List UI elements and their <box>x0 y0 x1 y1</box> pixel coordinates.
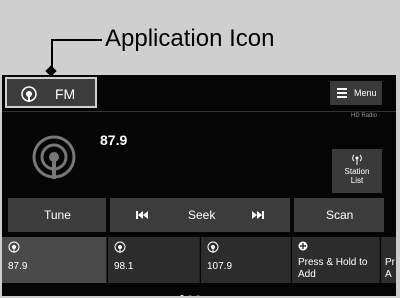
page-dot <box>196 295 200 296</box>
preset-add[interactable]: Press & Hold to Add <box>292 237 380 283</box>
callout-line <box>52 39 102 41</box>
preset-radio-icon <box>207 241 219 253</box>
station-list-button[interactable]: Station List <box>332 149 382 193</box>
radio-signal-icon <box>21 86 37 102</box>
preset-2-label: 98.1 <box>114 261 134 272</box>
menu-button[interactable]: Menu <box>330 81 382 105</box>
menu-label: Menu <box>354 88 377 98</box>
preset-radio-icon <box>8 241 20 253</box>
broadcast-icon <box>352 154 362 165</box>
preset-partial-label: Pr A <box>385 257 395 280</box>
control-row: Tune Seek Scan <box>8 198 384 232</box>
preset-3[interactable]: 107.9 <box>201 237 291 283</box>
fm-application-button[interactable]: FM <box>5 77 97 108</box>
seek-button[interactable]: Seek <box>110 198 290 232</box>
page-indicator <box>180 286 204 296</box>
seek-forward-icon <box>252 211 264 219</box>
hamburger-icon <box>337 88 347 98</box>
preset-radio-icon <box>114 241 126 253</box>
fm-label: FM <box>55 86 76 102</box>
hd-radio-logo: HD Radio <box>351 113 378 119</box>
top-bar: FM Menu <box>2 75 396 112</box>
seek-back-icon <box>136 211 148 219</box>
preset-add-label: Press & Hold to Add <box>298 257 368 280</box>
station-list-label-2: List <box>350 176 364 185</box>
preset-1[interactable]: 87.9 <box>2 237 107 283</box>
seek-label: Seek <box>188 208 216 222</box>
scan-button[interactable]: Scan <box>294 198 384 232</box>
scan-label: Scan <box>326 208 354 222</box>
tune-button[interactable]: Tune <box>8 198 106 232</box>
page-dot-active <box>180 295 184 296</box>
preset-2[interactable]: 98.1 <box>108 237 200 283</box>
callout-label: Application Icon <box>105 25 275 52</box>
station-list-label-1: Station <box>344 167 370 176</box>
preset-1-label: 87.9 <box>8 261 28 272</box>
tune-label: Tune <box>44 208 71 222</box>
page-dot <box>188 295 192 296</box>
station-signal-icon <box>32 135 76 179</box>
add-circle-icon <box>298 241 308 251</box>
radio-screen: FM Menu HD Radio 87.9 Station List Tune <box>2 75 396 296</box>
current-frequency: 87.9 <box>100 132 128 148</box>
preset-3-label: 107.9 <box>207 261 233 272</box>
preset-partial[interactable]: Pr A <box>381 237 396 283</box>
preset-row: 87.9 98.1 107.9 Press & Hold to Add Pr A <box>2 237 396 283</box>
